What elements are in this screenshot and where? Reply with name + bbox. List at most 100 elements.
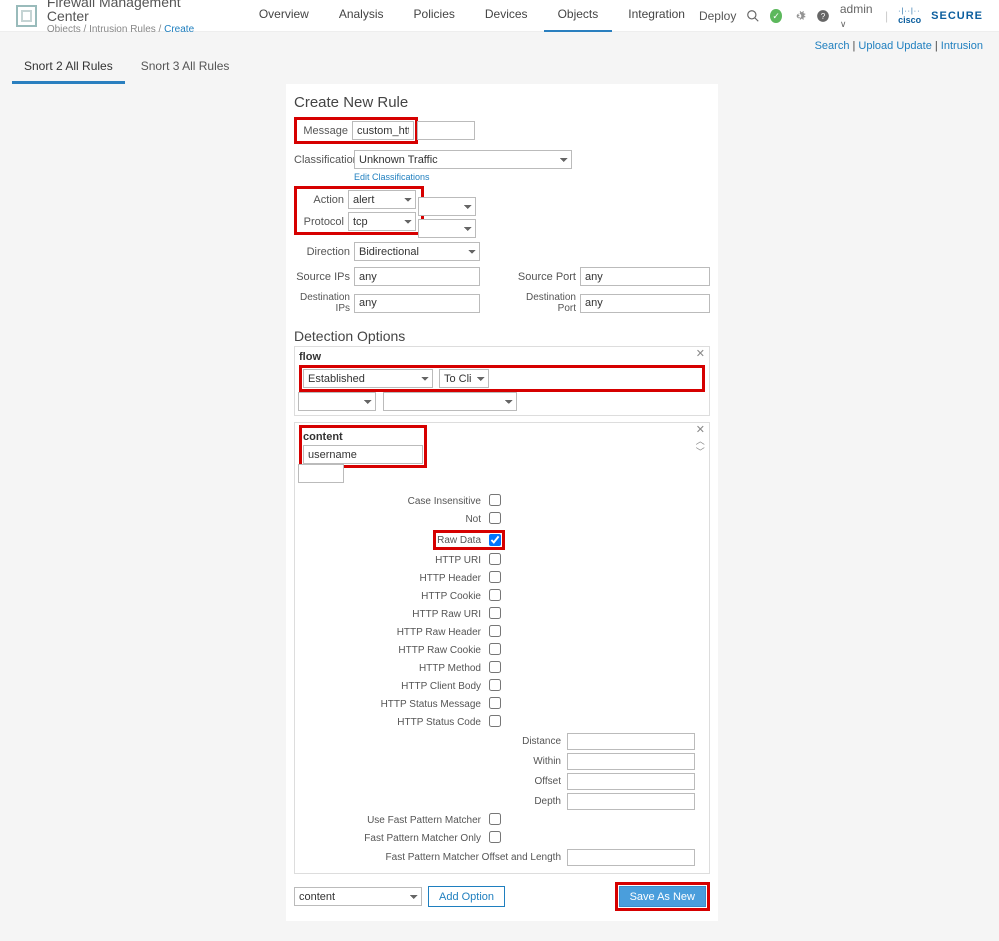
opt-label-1: Not: [465, 514, 481, 525]
opt-label-10: HTTP Client Body: [401, 681, 481, 692]
opt-cb-6[interactable]: [489, 607, 501, 619]
tab-objects[interactable]: Objects: [544, 0, 613, 33]
input-dest-ips[interactable]: [354, 294, 480, 313]
subtabs: Snort 2 All RulesSnort 3 All Rules: [12, 51, 241, 84]
select-protocol-ext[interactable]: [418, 219, 476, 238]
save-as-new-button[interactable]: Save As New: [619, 886, 706, 907]
opt-input-14[interactable]: [567, 753, 695, 770]
opt-label-15: Offset: [535, 776, 562, 787]
input-source-port[interactable]: [580, 267, 710, 286]
opt-label-11: HTTP Status Message: [381, 699, 481, 710]
opt-input-13[interactable]: [567, 733, 695, 750]
brand-cisco: cisco: [898, 16, 921, 25]
opt-cb-17[interactable]: [489, 813, 501, 825]
input-content-ext[interactable]: [298, 464, 344, 483]
input-message-ext[interactable]: [417, 121, 475, 140]
flow-box: flow ✕ Established To Client: [294, 346, 710, 416]
label-source-port: Source Port: [506, 271, 576, 283]
help-icon[interactable]: ?: [816, 9, 830, 23]
tab-policies[interactable]: Policies: [400, 0, 469, 33]
tab-devices[interactable]: Devices: [471, 0, 542, 33]
link-search[interactable]: Search: [815, 40, 850, 52]
link-edit-classifications[interactable]: Edit Classifications: [354, 172, 710, 182]
top-tabs: OverviewAnalysisPoliciesDevicesObjectsIn…: [245, 0, 699, 33]
brand-secure: SECURE: [931, 10, 983, 22]
app-title: Firewall Management Center: [47, 0, 215, 23]
add-option-button[interactable]: Add Option: [428, 886, 505, 907]
opt-cb-1[interactable]: [489, 512, 501, 524]
main-area: Create New Rule Message Classification U…: [0, 84, 999, 941]
opt-input-19[interactable]: [567, 849, 695, 866]
admin-menu[interactable]: admin ∨: [840, 2, 875, 30]
deploy-link[interactable]: Deploy: [699, 9, 736, 23]
opt-label-0: Case Insensitive: [408, 496, 481, 507]
secondary-bar: Search | Upload Update | Intrusion Snort…: [0, 32, 999, 84]
status-ok-icon[interactable]: ✓: [770, 9, 782, 23]
opt-input-15[interactable]: [567, 773, 695, 790]
label-message: Message: [298, 125, 348, 137]
select-add-option-type[interactable]: content: [294, 887, 422, 906]
bar2-links: Search | Upload Update | Intrusion: [815, 40, 983, 52]
opt-cb-5[interactable]: [489, 589, 501, 601]
tab-analysis[interactable]: Analysis: [325, 0, 398, 33]
gear-icon[interactable]: [792, 9, 806, 23]
opt-cb-2[interactable]: [489, 534, 501, 546]
content-remove-icon[interactable]: ✕: [696, 425, 705, 435]
opt-label-4: HTTP Header: [419, 573, 481, 584]
tab-integration[interactable]: Integration: [614, 0, 699, 33]
opt-label-19: Fast Pattern Matcher Offset and Length: [386, 852, 561, 863]
label-action: Action: [298, 194, 344, 206]
select-flow-dir-ext[interactable]: [298, 392, 376, 411]
opt-cb-11[interactable]: [489, 697, 501, 709]
input-dest-port[interactable]: [580, 294, 710, 313]
opt-cb-9[interactable]: [489, 661, 501, 673]
label-classification: Classification: [294, 154, 350, 166]
tab-overview[interactable]: Overview: [245, 0, 323, 33]
content-title: content: [303, 429, 423, 445]
label-dest-port: Destination Port: [506, 292, 576, 314]
opt-cb-12[interactable]: [489, 715, 501, 727]
header-right: Deploy ✓ ? admin ∨ | ·|··|·· cisco SECUR…: [699, 2, 983, 30]
content-down-icon[interactable]: ﹀: [696, 447, 705, 457]
select-action[interactable]: alert: [348, 190, 416, 209]
opt-label-13: Distance: [522, 736, 561, 747]
subtab-1[interactable]: Snort 3 All Rules: [129, 51, 242, 84]
subtab-0[interactable]: Snort 2 All Rules: [12, 51, 125, 84]
label-direction: Direction: [294, 246, 350, 258]
content-box: ✕ ︿ ﹀ content Case Insensitive Not Raw Dat…: [294, 422, 710, 874]
flow-remove-icon[interactable]: ✕: [696, 349, 705, 359]
opt-cb-8[interactable]: [489, 643, 501, 655]
opt-input-16[interactable]: [567, 793, 695, 810]
search-icon[interactable]: [746, 9, 760, 23]
opt-cb-7[interactable]: [489, 625, 501, 637]
select-direction[interactable]: Bidirectional: [354, 242, 480, 261]
input-content-value[interactable]: [303, 445, 423, 464]
opt-label-14: Within: [533, 756, 561, 767]
input-source-ips[interactable]: [354, 267, 480, 286]
link-upload[interactable]: Upload Update: [858, 40, 931, 52]
detection-title: Detection Options: [294, 328, 710, 344]
opt-cb-0[interactable]: [489, 494, 501, 506]
label-source-ips: Source IPs: [294, 271, 350, 283]
select-flow-extra[interactable]: [383, 392, 517, 411]
select-protocol[interactable]: tcp: [348, 212, 416, 231]
svg-text:?: ?: [821, 11, 826, 20]
select-flow-state[interactable]: Established: [303, 369, 433, 388]
select-action-ext[interactable]: [418, 197, 476, 216]
content-options: Case Insensitive Not Raw Data HTTP URI HTTP …: [299, 494, 705, 866]
content-up-icon[interactable]: ︿: [696, 436, 705, 446]
opt-cb-10[interactable]: [489, 679, 501, 691]
opt-label-17: Use Fast Pattern Matcher: [367, 815, 481, 826]
input-message[interactable]: [352, 121, 414, 140]
opt-cb-3[interactable]: [489, 553, 501, 565]
opt-label-5: HTTP Cookie: [421, 591, 481, 602]
select-flow-dir[interactable]: To Client: [439, 369, 489, 388]
opt-cb-4[interactable]: [489, 571, 501, 583]
label-protocol: Protocol: [298, 216, 344, 228]
select-classification[interactable]: Unknown Traffic: [354, 150, 572, 169]
logo-icon: [16, 5, 37, 27]
opt-label-3: HTTP URI: [435, 555, 481, 566]
opt-cb-18[interactable]: [489, 831, 501, 843]
link-intrusion[interactable]: Intrusion: [941, 40, 983, 52]
opt-label-2: Raw Data: [437, 535, 481, 546]
